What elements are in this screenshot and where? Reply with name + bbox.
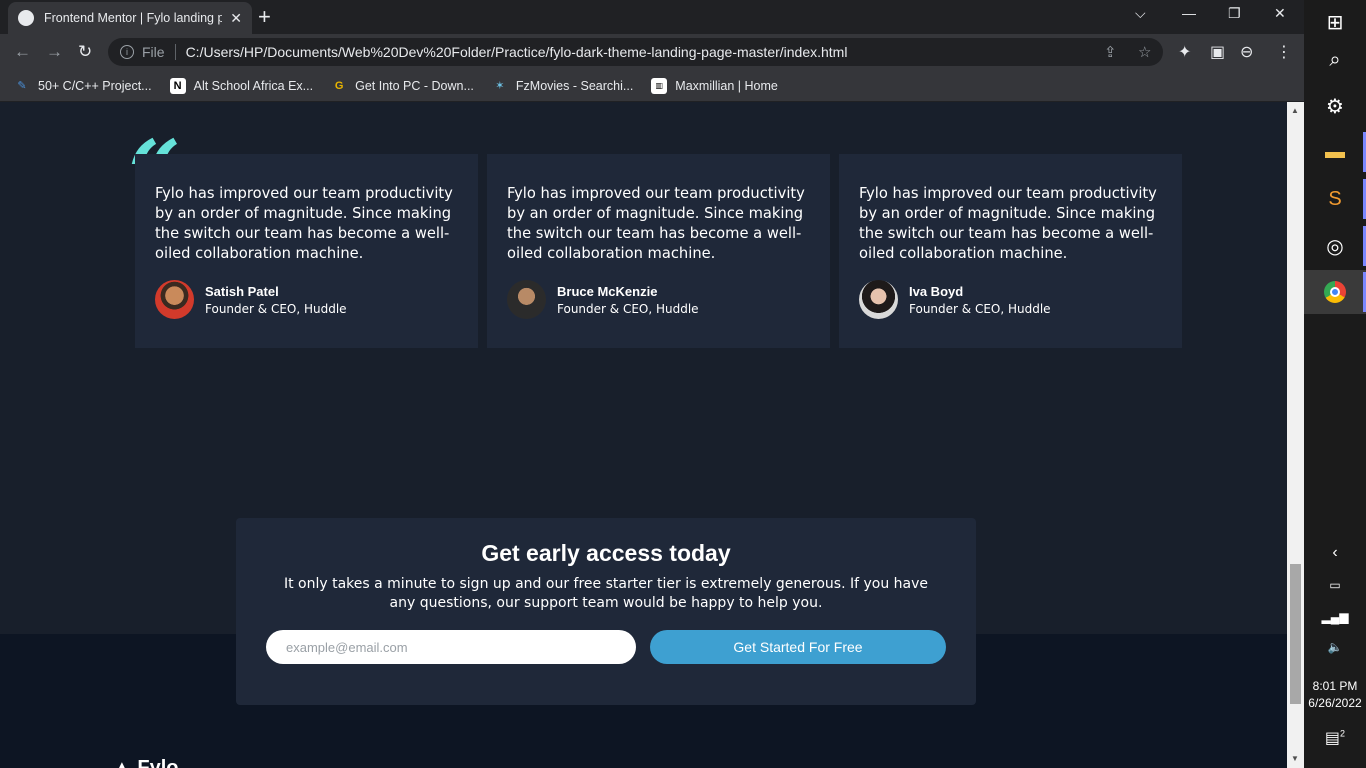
bookmark-item[interactable]: ✶ FzMovies - Searchi...: [492, 78, 633, 94]
clock-date[interactable]: 6/26/2022: [1304, 696, 1366, 710]
sublime-text-icon[interactable]: S: [1304, 177, 1366, 221]
pen-icon: ✎: [17, 80, 27, 92]
get-started-button[interactable]: Get Started For Free: [650, 630, 946, 664]
bookmark-label: Maxmillian | Home: [675, 78, 778, 93]
volume-icon[interactable]: 🔈: [1304, 640, 1366, 654]
testimonial-author: Iva Boyd Founder & CEO, Huddle: [859, 280, 1162, 319]
share-icon[interactable]: ⇪: [1104, 43, 1117, 61]
tab-favicon-icon: [18, 10, 34, 26]
avatar: [859, 280, 898, 319]
scrollbar[interactable]: ▲ ▼: [1287, 102, 1304, 768]
browser-chrome: Frontend Mentor | Fylo landing p ✕ + ⌵ —…: [0, 0, 1304, 102]
bookmark-item[interactable]: ▥ Maxmillian | Home: [651, 77, 778, 94]
avatar: [507, 280, 546, 319]
max-icon: ▥: [651, 77, 668, 94]
author-name: Satish Patel: [205, 283, 279, 299]
browser-toolbar: ← → ↻ i File C:/Users/HP/Documents/Web%2…: [0, 34, 1304, 70]
cta-title: Get early access today: [481, 540, 731, 566]
reload-icon[interactable]: ↻: [78, 42, 92, 62]
author-role: Founder & CEO, Huddle: [557, 301, 699, 316]
g-icon: G: [334, 79, 344, 92]
email-input[interactable]: [266, 630, 636, 664]
menu-icon[interactable]: ⋮: [1276, 42, 1292, 62]
network-icon[interactable]: ▂▄▆: [1304, 610, 1366, 624]
browser-tab[interactable]: Frontend Mentor | Fylo landing p ✕: [8, 2, 252, 34]
url-text[interactable]: C:/Users/HP/Documents/Web%20Dev%20Folder…: [186, 44, 848, 60]
tab-title: Frontend Mentor | Fylo landing p: [44, 11, 222, 25]
battery-icon[interactable]: ▭: [1304, 578, 1366, 592]
testimonial-quote: Fylo has improved our team productivity …: [155, 185, 453, 262]
scheme-label: File: [142, 44, 165, 60]
side-panel-icon[interactable]: ▣: [1210, 42, 1225, 62]
tab-search-icon[interactable]: ⌵: [1135, 5, 1146, 22]
testimonial-card: Fylo has improved our team productivity …: [135, 154, 478, 348]
address-bar[interactable]: i File C:/Users/HP/Documents/Web%20Dev%2…: [108, 38, 1163, 66]
search-icon[interactable]: ⌕: [1304, 38, 1366, 82]
page-viewport: “ Fylo has improved our team productivit…: [0, 102, 1287, 768]
testimonial-quote: Fylo has improved our team productivity …: [859, 185, 1157, 262]
testimonial-card: Fylo has improved our team productivity …: [839, 154, 1182, 348]
author-name: Iva Boyd: [909, 283, 964, 299]
author-role: Founder & CEO, Huddle: [205, 301, 347, 316]
cta-text: It only takes a minute to sign up and ou…: [283, 576, 929, 611]
avatar: [155, 280, 194, 319]
file-explorer-icon[interactable]: ▬: [1304, 130, 1366, 174]
bookmark-item[interactable]: N Alt School Africa Ex...: [169, 77, 314, 94]
divider: [174, 44, 176, 60]
back-icon[interactable]: ←: [14, 42, 31, 62]
bookmark-star-icon[interactable]: ☆: [1138, 43, 1151, 61]
app-ring-icon[interactable]: ◎: [1304, 224, 1366, 268]
testimonial-quote: Fylo has improved our team productivity …: [507, 185, 805, 262]
testimonial-author: Bruce McKenzie Founder & CEO, Huddle: [507, 280, 810, 319]
bookmark-label: Alt School Africa Ex...: [193, 78, 314, 93]
chrome-icon[interactable]: [1304, 270, 1366, 314]
close-tab-icon[interactable]: ✕: [230, 10, 242, 27]
scroll-down-icon[interactable]: ▼: [1291, 754, 1299, 763]
windows-taskbar: ⊞ ⌕ ⚙ ▬ S ◎ ‹ ▭ ▂▄▆ 🔈 8:01 PM 6/26/2022 …: [1304, 0, 1366, 768]
close-window-icon[interactable]: ✕: [1274, 5, 1286, 22]
chevron-left-icon[interactable]: ‹: [1304, 544, 1366, 562]
notion-icon: N: [169, 77, 186, 94]
testimonial-card: Fylo has improved our team productivity …: [487, 154, 830, 348]
forward-icon[interactable]: →: [46, 42, 63, 62]
bookmark-label: Get Into PC - Down...: [355, 78, 474, 93]
clock-time[interactable]: 8:01 PM: [1304, 679, 1366, 693]
footer-logo: ▲ Fylo: [112, 757, 179, 768]
author-name: Bruce McKenzie: [557, 283, 658, 299]
bookmark-item[interactable]: ✎ 50+ C/C++ Project...: [14, 78, 152, 94]
notifications-icon[interactable]: ▤2: [1304, 728, 1366, 748]
extensions-icon[interactable]: ✦: [1178, 42, 1191, 62]
fz-icon: ✶: [495, 80, 505, 92]
tab-strip: Frontend Mentor | Fylo landing p ✕ + ⌵ —…: [0, 0, 1304, 34]
author-role: Founder & CEO, Huddle: [909, 301, 1051, 316]
profile-icon[interactable]: ⊖: [1240, 42, 1253, 62]
scroll-up-icon[interactable]: ▲: [1291, 106, 1299, 115]
restore-icon[interactable]: ❐: [1228, 5, 1241, 22]
bookmarks-bar: ✎ 50+ C/C++ Project... N Alt School Afri…: [0, 70, 1304, 102]
scrollbar-thumb[interactable]: [1290, 564, 1301, 704]
info-icon[interactable]: i: [120, 45, 134, 59]
bookmark-item[interactable]: G Get Into PC - Down...: [331, 78, 474, 94]
settings-icon[interactable]: ⚙: [1304, 84, 1366, 128]
bookmark-label: FzMovies - Searchi...: [515, 78, 634, 93]
bookmark-label: 50+ C/C++ Project...: [38, 78, 152, 93]
testimonial-author: Satish Patel Founder & CEO, Huddle: [155, 280, 458, 319]
notification-count: 2: [1340, 728, 1346, 739]
early-access-section: Get early access today It only takes a m…: [236, 518, 976, 705]
minimize-icon[interactable]: —: [1182, 5, 1196, 21]
new-tab-icon[interactable]: +: [258, 6, 271, 28]
